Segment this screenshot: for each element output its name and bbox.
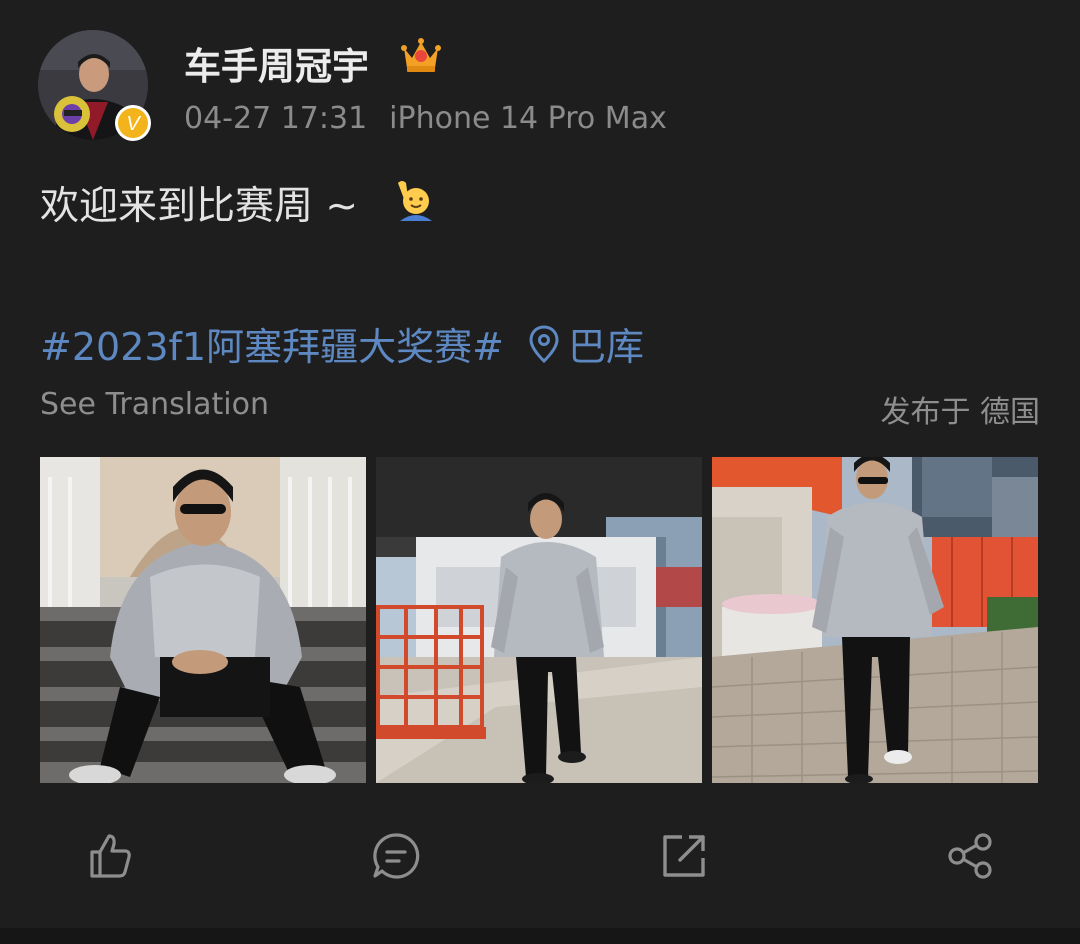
like-button[interactable]	[74, 820, 146, 892]
raising-hand-emoji	[392, 175, 438, 221]
photo-walking-brick-path[interactable]	[712, 457, 1038, 783]
comment-icon	[373, 833, 420, 879]
repost-icon	[663, 835, 705, 877]
svg-text:V: V	[126, 113, 141, 135]
weibo-post: V 车手周冠宇 04-27 17:31 iPhone 14 Pro Max 欢迎来…	[0, 0, 1080, 944]
topic-hashtag[interactable]: #2023f1阿塞拜疆大奖赛#	[40, 316, 504, 371]
share-button[interactable]	[934, 820, 1006, 892]
thumbs-up-icon	[90, 834, 131, 878]
see-translation-link[interactable]: See Translation	[40, 387, 269, 422]
location-label[interactable]: 巴库	[568, 316, 644, 371]
photo-seated-on-stairs[interactable]	[40, 457, 366, 783]
bottom-divider	[0, 928, 1080, 944]
topic-line: #2023f1阿塞拜疆大奖赛# 巴库	[40, 316, 644, 371]
post-text: 欢迎来到比赛周 ~	[40, 184, 359, 229]
action-bar	[0, 820, 1080, 892]
published-from: 发布于 德国	[880, 395, 1040, 430]
repost-button[interactable]	[648, 820, 720, 892]
device-label: iPhone 14 Pro Max	[389, 101, 667, 136]
share-icon	[948, 833, 992, 879]
photo-grid	[40, 457, 1040, 783]
post-meta: 04-27 17:31 iPhone 14 Pro Max	[184, 101, 667, 136]
verified-badge: V	[114, 104, 152, 142]
location-pin-icon[interactable]	[528, 324, 560, 364]
timestamp: 04-27 17:31	[184, 101, 368, 136]
crown-icon[interactable]	[400, 34, 442, 76]
username[interactable]: 车手周冠宇	[184, 36, 369, 90]
comment-button[interactable]	[360, 820, 432, 892]
photo-walking-paddock-gate[interactable]	[376, 457, 702, 783]
